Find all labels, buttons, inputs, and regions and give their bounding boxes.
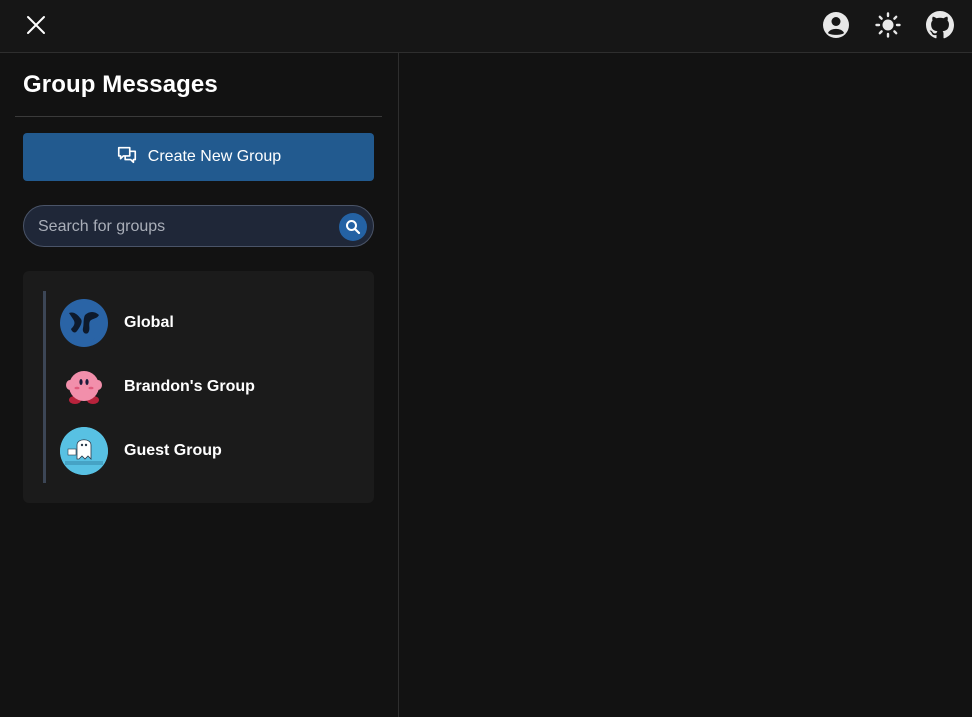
globe-avatar bbox=[60, 299, 108, 347]
list-item-brandons-group[interactable]: Brandon's Group bbox=[60, 361, 350, 413]
main-content-area bbox=[400, 53, 972, 717]
ghost-avatar bbox=[60, 427, 108, 475]
group-name: Global bbox=[124, 314, 174, 331]
sun-icon[interactable] bbox=[874, 11, 902, 39]
search-icon[interactable] bbox=[339, 213, 367, 241]
create-new-group-label: Create New Group bbox=[147, 148, 282, 165]
sidebar: Group Messages Create New Group Search f… bbox=[0, 53, 399, 717]
group-list-panel: Global Brandon's Group Guest Group bbox=[23, 271, 374, 503]
search-input[interactable] bbox=[38, 216, 328, 238]
group-list: Global Brandon's Group Guest Group bbox=[43, 291, 353, 483]
kirby-avatar bbox=[60, 363, 108, 411]
account-icon[interactable] bbox=[822, 11, 850, 39]
close-icon[interactable] bbox=[24, 13, 48, 37]
divider bbox=[15, 116, 382, 117]
group-name: Guest Group bbox=[124, 442, 222, 459]
group-name: Brandon's Group bbox=[124, 378, 255, 395]
search-box bbox=[23, 205, 374, 247]
chat-bubbles-icon bbox=[116, 144, 138, 171]
page-title: Group Messages bbox=[23, 71, 218, 98]
list-item-guest-group[interactable]: Guest Group bbox=[60, 425, 350, 477]
create-new-group-button[interactable]: Create New Group bbox=[23, 133, 374, 181]
top-bar bbox=[0, 0, 972, 53]
list-item-global[interactable]: Global bbox=[60, 297, 350, 349]
github-icon[interactable] bbox=[926, 11, 954, 39]
